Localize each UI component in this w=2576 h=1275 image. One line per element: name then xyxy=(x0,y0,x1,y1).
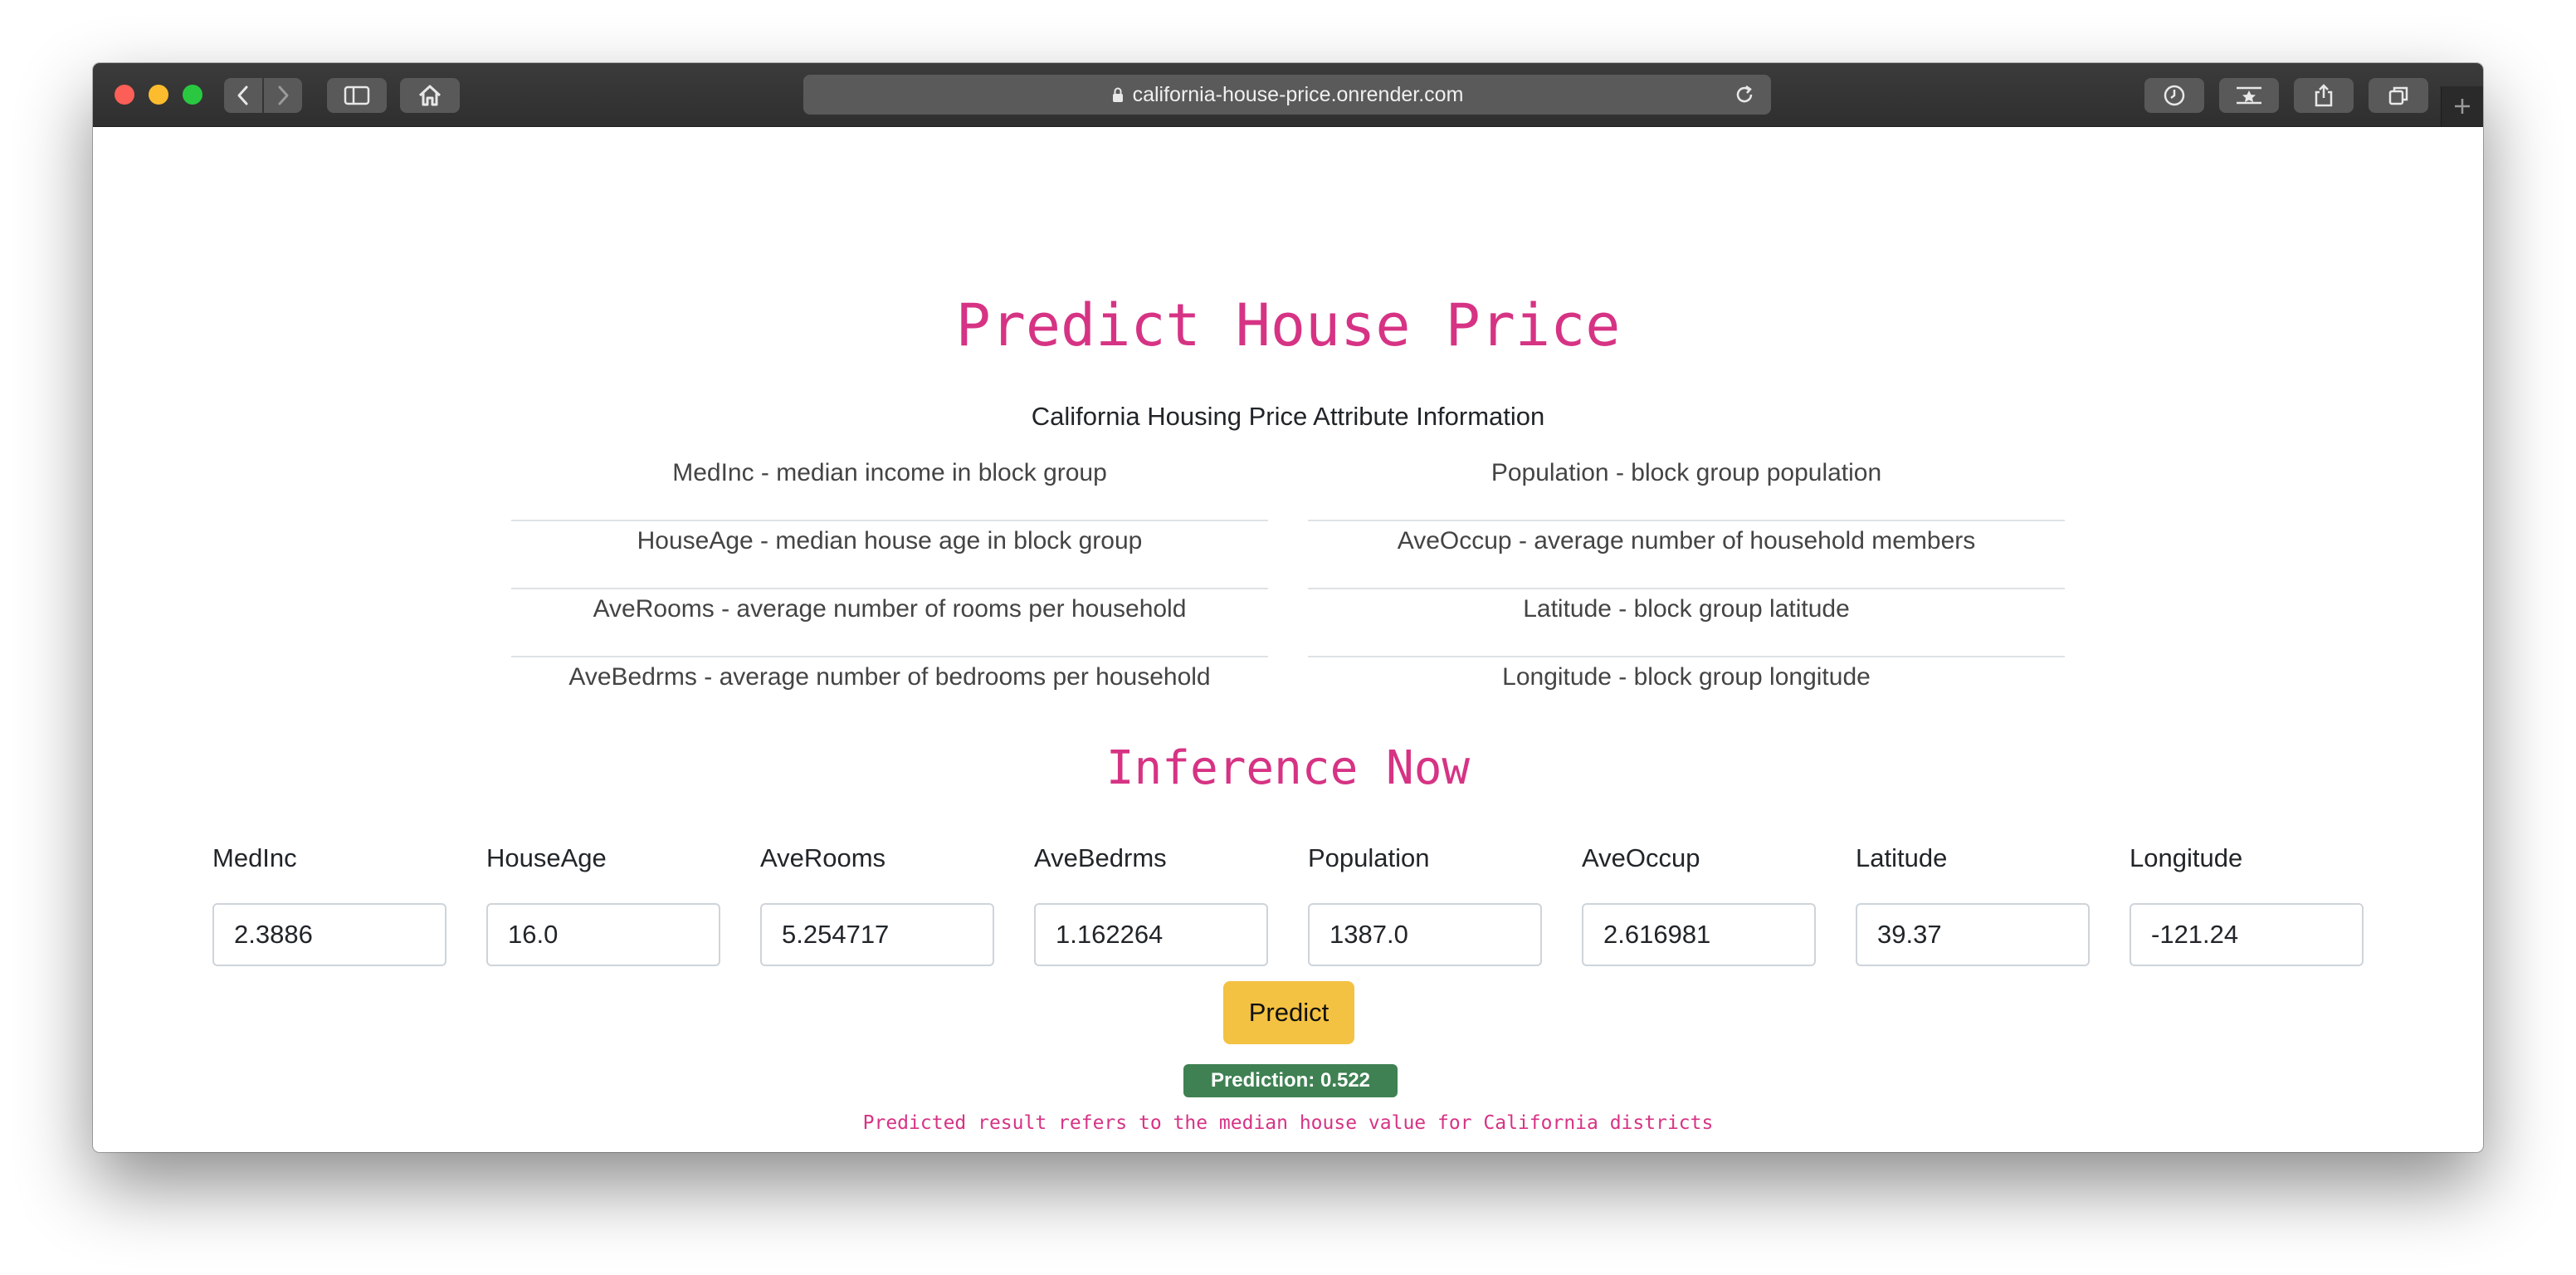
page-content: Predict House Price California Housing P… xyxy=(93,126,2483,1152)
attribute-item: AveRooms - average number of rooms per h… xyxy=(511,589,1268,657)
back-button[interactable] xyxy=(224,78,262,113)
attribute-list-left: MedInc - median income in block group Ho… xyxy=(511,453,1268,725)
share-icon xyxy=(2315,84,2333,107)
page-title: Predict House Price xyxy=(955,291,1621,359)
houseage-label: HouseAge xyxy=(486,843,607,872)
avebedrms-label: AveBedrms xyxy=(1034,843,1167,872)
share-button[interactable] xyxy=(2294,78,2354,113)
inference-heading: Inference Now xyxy=(1105,741,1471,795)
minimize-window-button[interactable] xyxy=(149,85,168,105)
population-input[interactable] xyxy=(1308,903,1542,966)
new-tab-button[interactable] xyxy=(2441,86,2483,126)
averooms-label: AveRooms xyxy=(760,843,886,872)
tabs-button[interactable] xyxy=(2369,78,2428,113)
attribute-item: Longitude - block group longitude xyxy=(1502,663,1871,691)
back-icon xyxy=(237,85,248,105)
attribute-info-heading: California Housing Price Attribute Infor… xyxy=(1031,402,1545,431)
history-icon xyxy=(2164,85,2185,106)
url-text: california-house-price.onrender.com xyxy=(1132,82,1464,106)
forward-icon xyxy=(278,85,289,105)
close-window-button[interactable] xyxy=(115,85,134,105)
predict-button[interactable]: Predict xyxy=(1223,981,1354,1044)
attribute-item: AveBedrms - average number of bedrooms p… xyxy=(568,663,1211,691)
new-tab-icon xyxy=(2455,99,2470,114)
attribute-item: Population - block group population xyxy=(1308,453,2065,521)
browser-window: california-house-price.onrender.com Pred… xyxy=(93,63,2483,1152)
tabs-icon xyxy=(2388,86,2408,105)
houseage-input[interactable] xyxy=(486,903,720,966)
aveoccup-label: AveOccup xyxy=(1582,843,1700,872)
attribute-item: HouseAge - median house age in block gro… xyxy=(511,521,1268,589)
prediction-badge: Prediction: 0.522 xyxy=(1183,1064,1398,1097)
history-button[interactable] xyxy=(2144,78,2204,113)
home-icon xyxy=(418,85,442,106)
aveoccup-input[interactable] xyxy=(1582,903,1816,966)
avebedrms-field-group: AveBedrms xyxy=(1034,842,1268,966)
attribute-item: MedInc - median income in block group xyxy=(511,453,1268,521)
medinc-label: MedInc xyxy=(212,843,297,872)
lock-icon xyxy=(1111,86,1125,103)
attribute-list-right: Population - block group population AveO… xyxy=(1308,453,2065,725)
averooms-field-group: AveRooms xyxy=(760,842,994,966)
population-label: Population xyxy=(1308,843,1430,872)
medinc-field-group: MedInc xyxy=(212,842,446,966)
sidebar-button[interactable] xyxy=(327,78,387,113)
address-bar[interactable]: california-house-price.onrender.com xyxy=(803,75,1771,115)
forward-button[interactable] xyxy=(264,78,302,113)
averooms-input[interactable] xyxy=(760,903,994,966)
medinc-input[interactable] xyxy=(212,903,446,966)
population-field-group: Population xyxy=(1308,842,1542,966)
latitude-label: Latitude xyxy=(1856,843,1948,872)
browser-toolbar: california-house-price.onrender.com xyxy=(93,63,2483,127)
attribute-item: AveOccup - average number of household m… xyxy=(1308,521,2065,589)
bookmarks-button[interactable] xyxy=(2219,78,2279,113)
bookmark-star-icon xyxy=(2237,86,2261,105)
prediction-note: Predicted result refers to the median ho… xyxy=(862,1112,1714,1134)
houseage-field-group: HouseAge xyxy=(486,842,720,966)
longitude-field-group: Longitude xyxy=(2130,842,2364,966)
zoom-window-button[interactable] xyxy=(183,85,202,105)
attribute-item: Latitude - block group latitude xyxy=(1308,589,2065,657)
avebedrms-input[interactable] xyxy=(1034,903,1268,966)
sidebar-icon xyxy=(344,85,370,105)
longitude-label: Longitude xyxy=(2130,843,2243,872)
longitude-input[interactable] xyxy=(2130,903,2364,966)
latitude-input[interactable] xyxy=(1856,903,2090,966)
home-button[interactable] xyxy=(400,78,460,113)
reload-icon[interactable] xyxy=(1733,83,1756,112)
latitude-field-group: Latitude xyxy=(1856,842,2090,966)
aveoccup-field-group: AveOccup xyxy=(1582,842,1816,966)
